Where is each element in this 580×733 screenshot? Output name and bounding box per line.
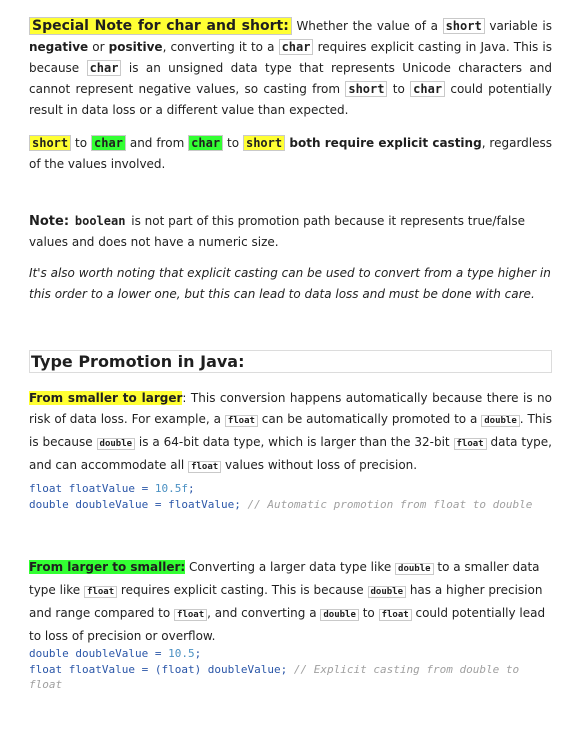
special-note-title: Special Note for char and short: — [29, 17, 292, 35]
code-float: float — [188, 461, 222, 473]
code-block-explicit-casting: double doubleValue = 10.5; float floatVa… — [29, 647, 526, 691]
code-double: double — [320, 609, 359, 621]
code-double: double — [395, 563, 434, 575]
code-short: short — [345, 81, 388, 97]
casting-summary-paragraph: short to char and from char to short bot… — [29, 135, 553, 171]
section-heading: Type Promotion in Java: — [29, 350, 552, 373]
code-float: float — [378, 609, 412, 621]
note-label: Note: — [29, 214, 70, 229]
boolean-note-paragraph: Note: boolean is not part of this promot… — [29, 214, 526, 249]
code-char: char — [91, 135, 126, 151]
code-short: short — [442, 18, 485, 34]
code-double: double — [96, 438, 136, 450]
code-boolean: boolean — [72, 214, 128, 228]
code-float: float — [224, 415, 258, 427]
larger-to-smaller-paragraph: From larger to smaller: Converting a lar… — [29, 560, 546, 643]
smaller-to-larger-label: From smaller to larger — [29, 391, 183, 405]
code-char: char — [86, 60, 122, 76]
code-char: char — [410, 81, 446, 97]
code-double: double — [367, 586, 407, 598]
positive-text: positive — [108, 40, 163, 54]
code-char: char — [188, 135, 224, 151]
code-block-automatic-promotion: float floatValue = 10.5f; double doubleV… — [29, 482, 533, 511]
code-float: float — [453, 438, 487, 450]
code-short: short — [29, 135, 72, 151]
code-double: double — [481, 415, 520, 427]
larger-to-smaller-label: From larger to smaller: — [29, 560, 186, 574]
code-char: char — [278, 39, 314, 55]
code-short: short — [242, 135, 286, 151]
code-comment: // Automatic promotion from float to dou… — [247, 497, 533, 511]
smaller-to-larger-paragraph: From smaller to larger: This conversion … — [29, 391, 552, 473]
explicit-casting-italic-note: It's also worth noting that explicit cas… — [29, 266, 551, 301]
code-float: float — [174, 609, 208, 621]
code-float: float — [84, 586, 118, 598]
negative-text: negative — [29, 40, 89, 54]
special-note-paragraph: Special Note for char and short: Whether… — [29, 17, 552, 117]
